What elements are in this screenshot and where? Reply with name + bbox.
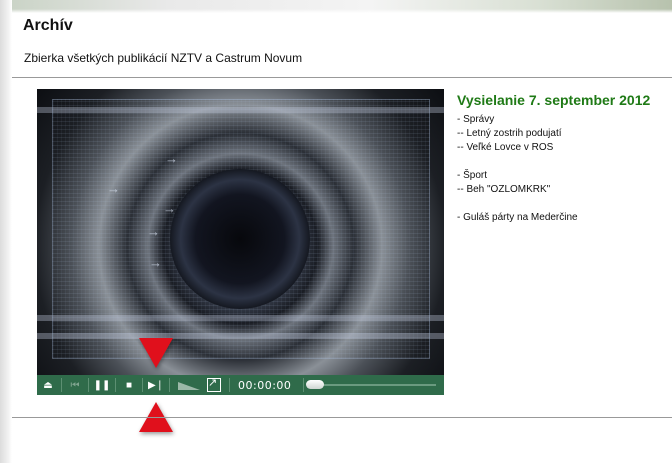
control-separator bbox=[229, 378, 230, 392]
seek-slider[interactable] bbox=[306, 375, 437, 395]
skip-back-icon[interactable]: ⏮ bbox=[64, 375, 86, 395]
program-item: -- Letný zostrih podujatí bbox=[457, 128, 562, 139]
program-item: -- Beh "OZLOMKRK" bbox=[457, 184, 551, 195]
broadcast-title: Vysielanie 7. september 2012 bbox=[457, 92, 651, 108]
arrow-icon: → bbox=[163, 201, 176, 216]
fullscreen-icon[interactable] bbox=[207, 376, 221, 392]
control-separator bbox=[61, 378, 62, 392]
seek-thumb[interactable] bbox=[306, 380, 325, 389]
arrow-icon: → bbox=[147, 224, 160, 239]
pause-icon[interactable]: ❚❚ bbox=[91, 375, 113, 395]
red-marker-down-icon bbox=[139, 338, 173, 368]
camera-lens-image bbox=[170, 169, 310, 309]
time-display: 00:00:00 bbox=[238, 378, 292, 392]
video-frame[interactable]: → → → → → bbox=[37, 89, 444, 375]
page-title: Archív bbox=[23, 17, 73, 34]
arrow-icon: → bbox=[149, 255, 162, 270]
page-subtitle: Zbierka všetkých publikácií NZTV a Castr… bbox=[24, 51, 303, 65]
control-separator bbox=[115, 378, 116, 392]
top-banner bbox=[0, 0, 672, 13]
video-player[interactable]: → → → → → ⏏ ⏮ ❚❚ ■ ▶❘ 00:00:00 bbox=[37, 89, 444, 395]
program-item: - Správy bbox=[457, 114, 495, 125]
arrow-icon: → bbox=[165, 151, 178, 166]
program-item: - Guláš párty na Mederčine bbox=[457, 212, 578, 223]
program-gap bbox=[457, 197, 578, 211]
divider-top bbox=[12, 77, 672, 78]
program-gap bbox=[457, 155, 578, 169]
stop-icon[interactable]: ■ bbox=[118, 375, 140, 395]
control-separator bbox=[303, 378, 305, 392]
eject-icon[interactable]: ⏏ bbox=[37, 375, 59, 395]
program-item: - Šport bbox=[457, 170, 488, 181]
divider-bottom bbox=[12, 417, 672, 418]
seek-track bbox=[308, 384, 437, 386]
control-separator bbox=[88, 378, 89, 392]
control-separator bbox=[142, 378, 143, 392]
volume-icon[interactable] bbox=[175, 375, 201, 395]
program-list: - Správy -- Letný zostrih podujatí -- Ve… bbox=[457, 113, 578, 225]
player-controlbar: ⏏ ⏮ ❚❚ ■ ▶❘ 00:00:00 bbox=[37, 375, 444, 395]
control-separator bbox=[169, 378, 170, 392]
program-item: -- Veľké Lovce v ROS bbox=[457, 142, 554, 153]
left-gutter bbox=[0, 0, 12, 463]
arrow-icon: → bbox=[107, 181, 120, 196]
next-icon[interactable]: ▶❘ bbox=[145, 375, 167, 395]
